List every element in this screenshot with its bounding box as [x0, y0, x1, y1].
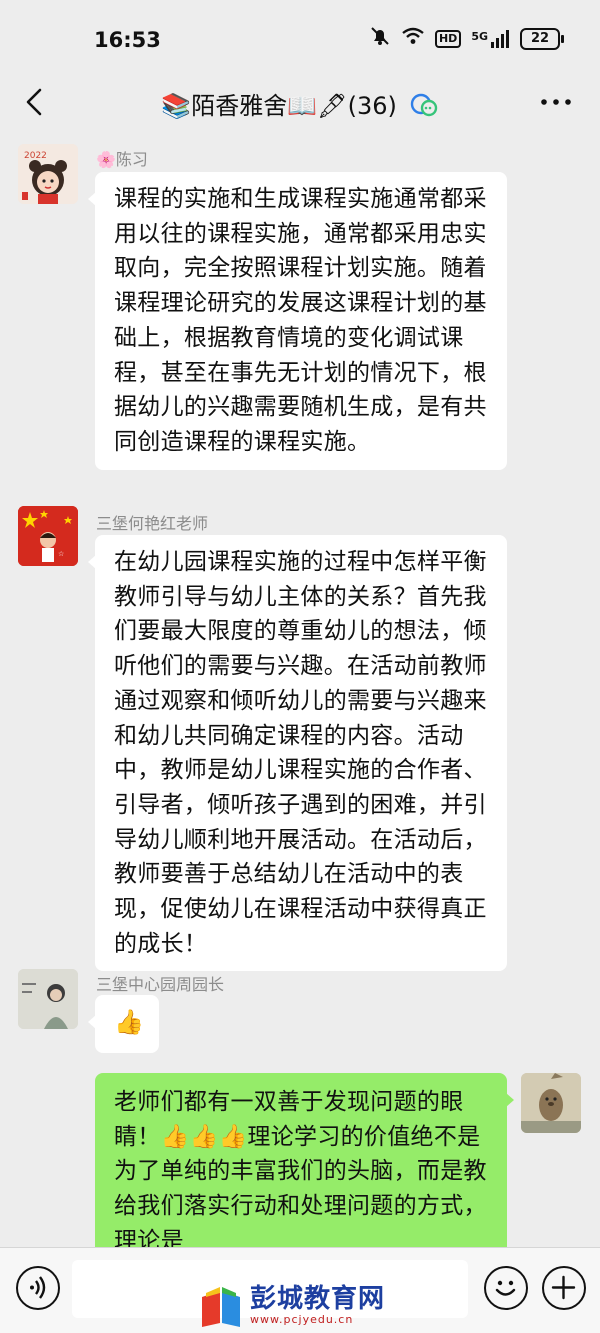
- avatar[interactable]: [18, 969, 78, 1029]
- message-item: ☆ 三堡何艳红老师 在幼儿园课程实施的过程中怎样平衡教师引导与幼儿主体的关系？首…: [0, 494, 600, 972]
- animal-avatar-icon: [521, 1073, 581, 1133]
- sender-name: 三堡中心园周园长: [96, 975, 225, 994]
- message-bubble[interactable]: 👍: [88, 995, 159, 1053]
- chat-header: 📚陌香雅舍📖🖋(36): [0, 72, 600, 132]
- status-time: 16:53: [94, 28, 161, 52]
- smiley-icon: [495, 1280, 516, 1296]
- watermark-text: 彭城教育网 www.pcjyedu.cn: [250, 1285, 385, 1326]
- hd-badge: HD: [434, 29, 462, 48]
- book-logo-icon: [202, 1287, 240, 1327]
- my-avatar[interactable]: [521, 1073, 581, 1133]
- message-item: 三堡中心园周园长 👍: [0, 959, 600, 1059]
- plus-icon: [551, 1275, 576, 1300]
- wifi-icon: [401, 27, 425, 50]
- more-dots-icon: [541, 99, 571, 105]
- network-type: 5G: [471, 29, 488, 43]
- avatar[interactable]: 2022: [18, 144, 78, 204]
- watermark-name: 彭城教育网: [250, 1283, 386, 1314]
- status-bar: 16:53 HD 5G 22: [0, 0, 600, 72]
- svg-text:☆: ☆: [58, 550, 64, 558]
- my-message-bubble[interactable]: 老师们都有一双善于发现问题的眼睛！👍👍👍理论学习的价值绝不是为了单纯的丰富我们的…: [95, 1073, 514, 1247]
- mute-bell-icon: [369, 26, 391, 51]
- sender-name: 🌸陈习: [96, 150, 148, 169]
- message-bubble[interactable]: 课程的实施和生成课程实施通常都采用以往的课程实施，通常都采用忠实取向，完全按照课…: [88, 172, 507, 470]
- message-bubble[interactable]: 在幼儿园课程实施的过程中怎样平衡教师引导与幼儿主体的关系？首先我们要最大限度的尊…: [88, 535, 507, 972]
- watermark-logo: 彭城教育网 www.pcjyedu.cn: [198, 1280, 398, 1330]
- signal-icon: 5G: [471, 29, 510, 48]
- portrait-avatar-icon: [18, 969, 78, 1029]
- message-item: 老师们都有一双善于发现问题的眼睛！👍👍👍理论学习的价值绝不是为了单纯的丰富我们的…: [0, 1067, 600, 1247]
- thumbs-up-emoji: 👍: [114, 1008, 145, 1036]
- chat-message-list[interactable]: 2022 🌸陈习 课程的实施和生成课程实施通常都采用以往的课程实施，通常都采用忠…: [0, 132, 600, 1247]
- chat-title: 📚陌香雅舍📖🖋(36): [0, 86, 600, 121]
- avatar[interactable]: ☆: [18, 506, 78, 566]
- flag-child-avatar-icon: ☆: [18, 506, 78, 566]
- group-chat-icon: [410, 93, 437, 117]
- cartoon-girl-avatar-icon: 2022: [18, 144, 78, 204]
- more-button[interactable]: [536, 84, 576, 120]
- message-item: 2022 🌸陈习 课程的实施和生成课程实施通常都采用以往的课程实施，通常都采用忠…: [0, 132, 600, 492]
- sender-name: 三堡何艳红老师: [96, 514, 209, 533]
- voice-icon: [30, 1276, 46, 1299]
- more-functions-button[interactable]: [542, 1266, 586, 1310]
- emoji-button[interactable]: [484, 1266, 528, 1310]
- status-icons: HD 5G 22: [369, 26, 564, 51]
- svg-text:2022: 2022: [24, 151, 47, 161]
- voice-button[interactable]: [16, 1266, 60, 1310]
- battery-indicator: 22: [520, 27, 564, 50]
- watermark-url: www.pcjyedu.cn: [250, 1312, 354, 1326]
- chat-title-text: 📚陌香雅舍📖🖋(36): [161, 92, 397, 120]
